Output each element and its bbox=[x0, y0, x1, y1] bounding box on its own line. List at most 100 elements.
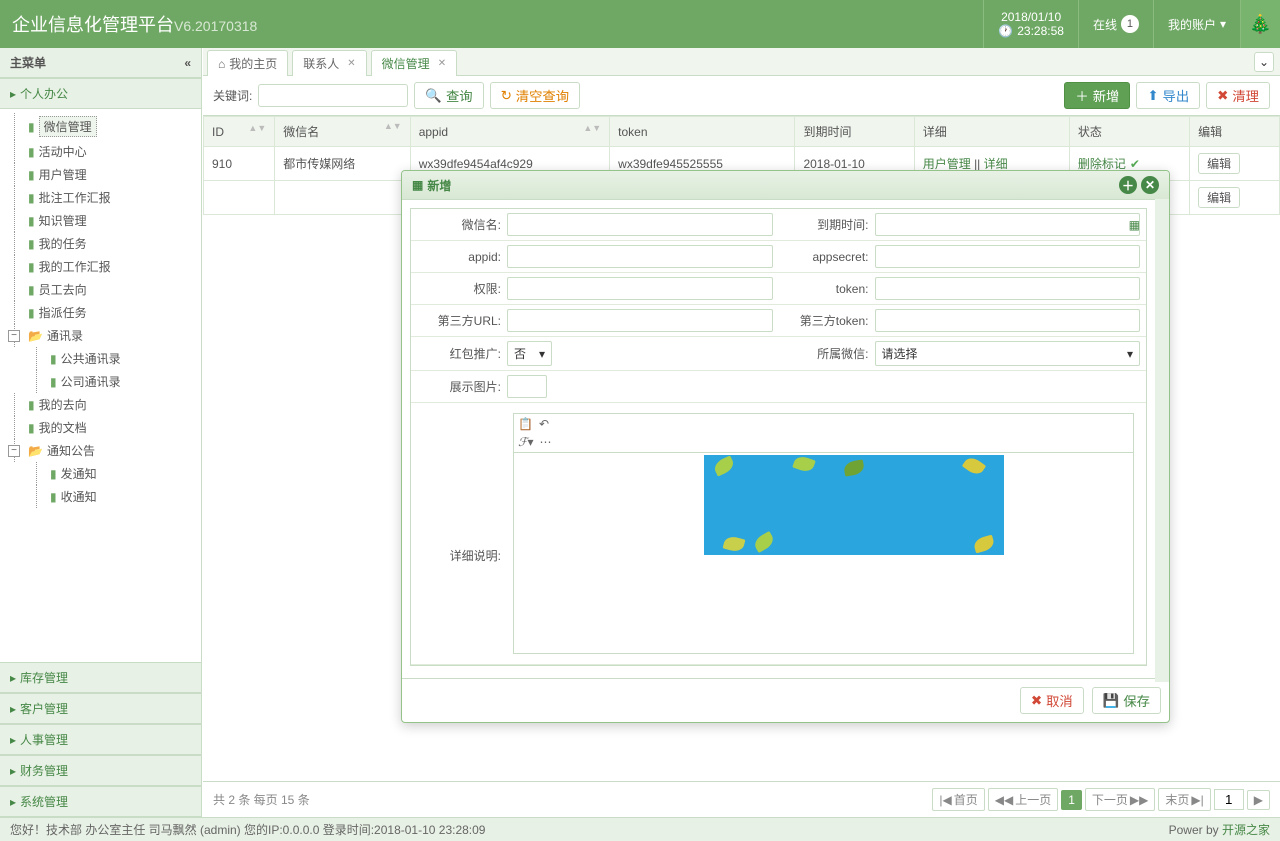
tree-item-staff[interactable]: ▮员工去向 bbox=[0, 278, 201, 301]
sidebar-section-personal[interactable]: ▸ 个人办公 bbox=[0, 78, 201, 109]
cancel-button[interactable]: ✖取消 bbox=[1020, 687, 1084, 714]
clock-icon: 🕐 bbox=[998, 24, 1013, 38]
calendar-icon[interactable]: ▦ bbox=[1129, 218, 1140, 232]
tree-item-users[interactable]: ▮用户管理 bbox=[0, 163, 201, 186]
modal-title-text: 新增 bbox=[427, 177, 451, 194]
tree-item-activity[interactable]: ▮活动中心 bbox=[0, 140, 201, 163]
tree-icon: 🎄 bbox=[1249, 14, 1271, 35]
sidebar-section-system[interactable]: ▸系统管理 bbox=[0, 786, 201, 817]
tree-item-assign[interactable]: ▮指派任务 bbox=[0, 301, 201, 324]
page-prev[interactable]: ◀◀ 上一页 bbox=[988, 788, 1058, 811]
export-button[interactable]: ⬆导出 bbox=[1136, 82, 1200, 109]
tree-item-recv-notice[interactable]: ▮收通知 bbox=[0, 485, 201, 508]
page-last[interactable]: 末页 ▶| bbox=[1158, 788, 1210, 811]
tree-item-mytasks[interactable]: ▮我的任务 bbox=[0, 232, 201, 255]
status-link[interactable]: 删除标记 bbox=[1078, 157, 1126, 171]
link-usermgmt[interactable]: 用户管理 bbox=[923, 157, 971, 171]
th-name[interactable]: 微信名▲▼ bbox=[275, 117, 410, 147]
upload-icon: ⬆ bbox=[1147, 88, 1158, 104]
tree-collapse-icon[interactable]: − bbox=[8, 330, 20, 342]
close-icon[interactable]: ✕ bbox=[347, 58, 355, 69]
collapse-icon[interactable]: « bbox=[184, 56, 191, 70]
save-button[interactable]: 💾保存 bbox=[1092, 687, 1161, 714]
tree-item-public-contacts[interactable]: ▮公共通讯录 bbox=[0, 347, 201, 370]
input-token[interactable] bbox=[875, 277, 1141, 300]
paste-icon[interactable]: 📋 bbox=[518, 417, 533, 431]
input-show-image[interactable] bbox=[507, 375, 547, 398]
sidebar-main-menu-header: 主菜单 « bbox=[0, 48, 201, 78]
label-expire: 到期时间: bbox=[785, 216, 869, 233]
cleanup-button[interactable]: ✖清理 bbox=[1206, 82, 1270, 109]
tree-item-annotate[interactable]: ▮批注工作汇报 bbox=[0, 186, 201, 209]
th-id[interactable]: ID▲▼ bbox=[204, 117, 275, 147]
sidebar-section-inventory[interactable]: ▸库存管理 bbox=[0, 662, 201, 693]
tree-item-notice[interactable]: −📂通知公告 bbox=[0, 439, 201, 462]
select-redpacket[interactable]: 否▾ bbox=[507, 341, 552, 366]
sidebar-section-hr[interactable]: ▸人事管理 bbox=[0, 724, 201, 755]
modal-header[interactable]: ▦新增 ＋ ✕ bbox=[402, 171, 1169, 200]
tree-item-send-notice[interactable]: ▮发通知 bbox=[0, 462, 201, 485]
header-account[interactable]: 我的账户 ▾ bbox=[1153, 0, 1240, 48]
tree-item-myreports[interactable]: ▮我的工作汇报 bbox=[0, 255, 201, 278]
modal-add-icon[interactable]: ＋ bbox=[1119, 176, 1137, 194]
input-third-token[interactable] bbox=[875, 309, 1141, 332]
tree-collapse-icon[interactable]: − bbox=[8, 445, 20, 457]
tabs-dropdown[interactable]: ⌄ bbox=[1254, 52, 1274, 72]
label-detail-desc: 详细说明: bbox=[417, 547, 501, 564]
input-appsecret[interactable] bbox=[875, 245, 1141, 268]
clear-search-button[interactable]: ↻清空查询 bbox=[490, 82, 580, 109]
page-next[interactable]: 下一页 ▶▶ bbox=[1085, 788, 1155, 811]
search-button[interactable]: 🔍查询 bbox=[414, 82, 483, 109]
page-first[interactable]: |◀ 首页 bbox=[932, 788, 984, 811]
header-online[interactable]: 在线 1 bbox=[1078, 0, 1153, 48]
link-detail[interactable]: 详细 bbox=[984, 157, 1008, 171]
input-appid[interactable] bbox=[507, 245, 773, 268]
sort-icon[interactable]: ▲▼ bbox=[248, 125, 266, 131]
modal-scrollbar[interactable] bbox=[1155, 199, 1169, 682]
font-icon[interactable]: ℱ▾ bbox=[518, 435, 533, 449]
more-icon[interactable]: ⋯ bbox=[539, 435, 551, 449]
refresh-icon: ↻ bbox=[501, 88, 512, 104]
sidebar-section-finance[interactable]: ▸财务管理 bbox=[0, 755, 201, 786]
header-tree-icon[interactable]: 🎄 bbox=[1240, 0, 1280, 48]
tree-item-wechat[interactable]: ▮微信管理 bbox=[0, 113, 201, 140]
label-appid: appid: bbox=[417, 250, 501, 264]
online-count-badge: 1 bbox=[1121, 15, 1139, 33]
keyword-input[interactable] bbox=[258, 84, 408, 107]
add-button[interactable]: ＋新增 bbox=[1064, 82, 1130, 109]
tree-item-contacts[interactable]: −📂通讯录 bbox=[0, 324, 201, 347]
tree-item-company-contacts[interactable]: ▮公司通讯录 bbox=[0, 370, 201, 393]
footer-link[interactable]: 开源之家 bbox=[1222, 823, 1270, 837]
tab-contacts[interactable]: 联系人✕ bbox=[292, 50, 366, 76]
input-permission[interactable] bbox=[507, 277, 773, 300]
cell-edit: 编辑 bbox=[1190, 147, 1280, 181]
page-input[interactable] bbox=[1214, 789, 1244, 810]
sidebar-section-customer[interactable]: ▸客户管理 bbox=[0, 693, 201, 724]
edit-button[interactable]: 编辑 bbox=[1198, 187, 1240, 208]
close-icon[interactable]: ✕ bbox=[438, 58, 446, 69]
sort-icon[interactable]: ▲▼ bbox=[384, 123, 402, 129]
rich-editor[interactable]: 📋 ↶ ℱ▾ ⋯ bbox=[513, 413, 1134, 654]
page-current[interactable]: 1 bbox=[1061, 790, 1082, 810]
edit-button[interactable]: 编辑 bbox=[1198, 153, 1240, 174]
tab-home[interactable]: ⌂我的主页 bbox=[207, 50, 288, 76]
sort-icon[interactable]: ▲▼ bbox=[583, 125, 601, 131]
page-go[interactable]: ▶ bbox=[1247, 790, 1270, 810]
input-wechat-name[interactable] bbox=[507, 213, 773, 236]
input-expire[interactable] bbox=[875, 213, 1141, 236]
th-appid[interactable]: appid▲▼ bbox=[410, 117, 609, 147]
caret-right-icon: ▸ bbox=[10, 87, 16, 101]
footer: 您好！技术部 办公室主任 司马飘然 (admin) 您的IP:0.0.0.0 登… bbox=[0, 817, 1280, 841]
tree-item-mydirection[interactable]: ▮我的去向 bbox=[0, 393, 201, 416]
input-third-url[interactable] bbox=[507, 309, 773, 332]
th-detail: 详细 bbox=[914, 117, 1069, 147]
modal-close-icon[interactable]: ✕ bbox=[1141, 176, 1159, 194]
select-belongs[interactable]: 请选择▾ bbox=[875, 341, 1141, 366]
tab-wechat[interactable]: 微信管理✕ bbox=[371, 50, 457, 76]
undo-icon[interactable]: ↶ bbox=[539, 417, 549, 431]
plus-icon: ＋ bbox=[1075, 86, 1088, 105]
editor-canvas[interactable] bbox=[514, 453, 1133, 653]
tree-item-knowledge[interactable]: ▮知识管理 bbox=[0, 209, 201, 232]
folder-icon: 📂 bbox=[28, 329, 43, 343]
tree-item-mydocs[interactable]: ▮我的文档 bbox=[0, 416, 201, 439]
